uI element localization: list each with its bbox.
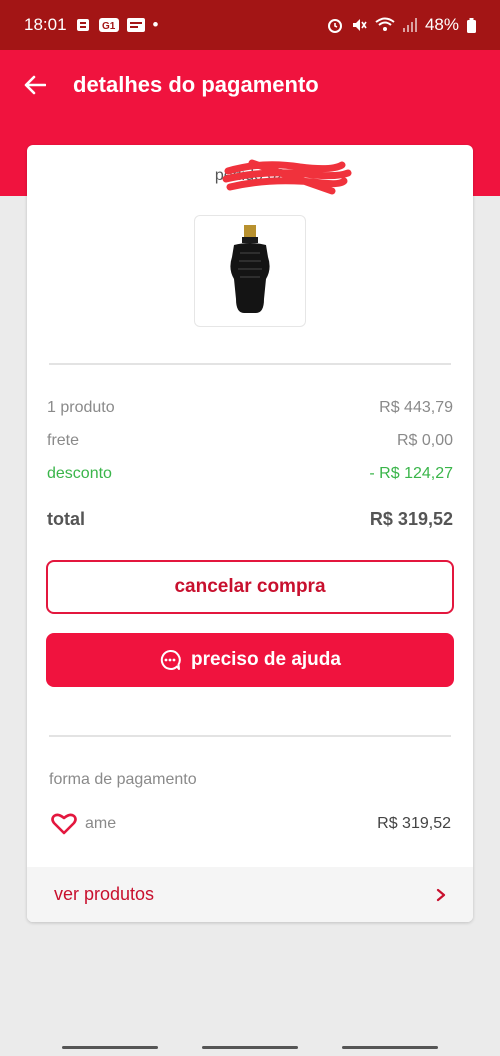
g1-news-icon: G1 — [98, 18, 119, 32]
summary-row-shipping: frete R$ 0,00 — [47, 432, 453, 450]
divider — [49, 363, 451, 365]
shipping-value: R$ 0,00 — [396, 432, 453, 449]
payment-method-name: ame — [85, 815, 117, 832]
discount-value: - R$ 124,27 — [369, 465, 453, 482]
view-products-label: ver produtos — [54, 884, 155, 904]
order-details-card: pedido 02 1 produto R$ 443,79 frete R$ 0… — [27, 145, 473, 922]
back-button[interactable] — [20, 70, 50, 100]
notification-app-icon — [75, 17, 91, 33]
wifi-icon — [375, 17, 395, 33]
battery-percent: 48% — [424, 15, 459, 34]
shipping-label: frete — [47, 432, 80, 449]
status-bar: 18:01 G1 • 48% — [0, 0, 500, 50]
total-label: total — [47, 509, 85, 529]
view-products-link[interactable]: ver produtos — [27, 867, 473, 922]
nav-home-handle[interactable] — [202, 1046, 298, 1049]
battery-icon — [467, 17, 476, 33]
redaction-scribble — [222, 159, 352, 195]
page-title: detalhes do pagamento — [73, 72, 319, 97]
discount-label: desconto — [47, 465, 112, 482]
payment-method-row: ame R$ 319,52 — [51, 813, 451, 835]
alarm-icon — [327, 17, 343, 33]
payment-section-label: forma de pagamento — [49, 771, 197, 788]
mute-icon — [351, 17, 367, 33]
total-value: R$ 319,52 — [369, 509, 453, 529]
nav-back-handle[interactable] — [342, 1046, 438, 1049]
divider — [49, 735, 451, 737]
summary-row-products: 1 produto R$ 443,79 — [47, 399, 453, 417]
arrow-left-icon — [24, 75, 46, 95]
need-help-button[interactable]: preciso de ajuda — [46, 633, 454, 687]
nav-recents-handle[interactable] — [62, 1046, 158, 1049]
system-navigation-bar — [0, 1040, 500, 1056]
signal-icon — [402, 18, 417, 32]
svg-text:G1: G1 — [102, 21, 116, 32]
summary-row-total: total R$ 319,52 — [47, 509, 453, 530]
notification-dot: • — [152, 15, 159, 34]
summary-row-discount: desconto - R$ 124,27 — [47, 465, 453, 483]
payment-amount: R$ 319,52 — [377, 815, 451, 832]
cancel-purchase-button[interactable]: cancelar compra — [46, 560, 454, 614]
products-label: 1 produto — [47, 399, 115, 416]
need-help-label: preciso de ajuda — [191, 649, 341, 670]
ame-heart-icon — [51, 813, 77, 835]
perfume-bottle-icon — [230, 225, 270, 313]
products-value: R$ 443,79 — [379, 399, 453, 416]
chat-bubble-icon — [160, 650, 181, 670]
status-time: 18:01 — [24, 15, 67, 34]
cancel-purchase-label: cancelar compra — [174, 576, 326, 597]
product-image[interactable] — [194, 215, 306, 327]
chevron-right-icon — [436, 888, 446, 901]
news-app-icon — [126, 18, 145, 32]
